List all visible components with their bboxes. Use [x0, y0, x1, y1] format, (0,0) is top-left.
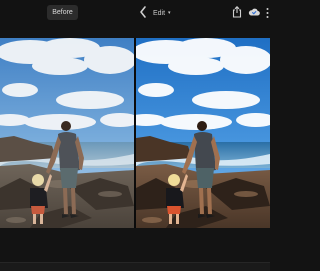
chevron-left-icon[interactable] — [138, 5, 148, 19]
cloud-icon[interactable] — [248, 7, 260, 16]
more-vertical-icon[interactable] — [265, 7, 270, 19]
after-photo — [136, 38, 270, 228]
edit-mode-dropdown[interactable]: Edit ▾ — [153, 7, 171, 19]
before-photo — [0, 38, 134, 228]
edit-dropdown-label: Edit — [153, 10, 166, 17]
share-icon[interactable] — [232, 6, 242, 18]
top-toolbar: Before Edit ▾ — [0, 0, 270, 30]
before-toggle-button[interactable]: Before — [47, 5, 78, 20]
chevron-down-icon: ▾ — [168, 10, 171, 16]
before-after-comparison — [0, 38, 270, 228]
